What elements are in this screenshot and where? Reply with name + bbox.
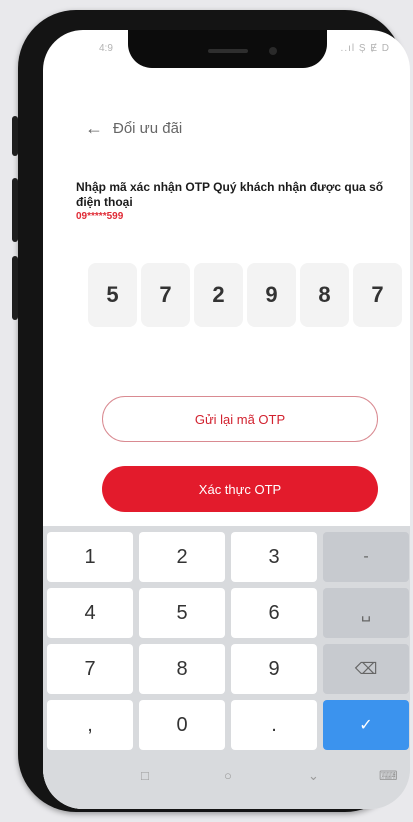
key-5[interactable]: 5: [139, 588, 225, 638]
home-icon[interactable]: ○: [224, 768, 232, 783]
otp-digit-4[interactable]: 9: [247, 263, 296, 327]
otp-digit-2[interactable]: 7: [141, 263, 190, 327]
side-button-mute: [12, 116, 18, 156]
side-button-volume-down: [12, 256, 18, 320]
key-comma[interactable]: ,: [47, 700, 133, 750]
otp-digit-6[interactable]: 7: [353, 263, 402, 327]
key-3[interactable]: 3: [231, 532, 317, 582]
speaker-grill: [208, 49, 248, 53]
key-6[interactable]: 6: [231, 588, 317, 638]
otp-digit-1[interactable]: 5: [88, 263, 137, 327]
otp-digit-3[interactable]: 2: [194, 263, 243, 327]
key-4[interactable]: 4: [47, 588, 133, 638]
otp-instruction: Nhập mã xác nhận OTP Quý khách nhận được…: [76, 180, 384, 209]
back-chevron-icon[interactable]: ⌄: [308, 768, 319, 784]
recent-apps-icon[interactable]: □: [141, 768, 149, 783]
phone-screen: 4:9 ..ıl Ș Ɇ D ← Đổi ưu đãi Nhập mã xác …: [43, 30, 410, 809]
key-period[interactable]: .: [231, 700, 317, 750]
masked-phone-number: 09*****599: [76, 211, 124, 222]
key-8[interactable]: 8: [139, 644, 225, 694]
key-space[interactable]: ␣: [323, 588, 409, 638]
notch: [128, 30, 327, 68]
verify-otp-button[interactable]: Xác thực OTP: [102, 466, 378, 512]
key-9[interactable]: 9: [231, 644, 317, 694]
page-title: Đổi ưu đãi: [113, 120, 183, 137]
otp-digit-5[interactable]: 8: [300, 263, 349, 327]
keyboard-hide-icon[interactable]: ⌨: [379, 768, 398, 784]
key-2[interactable]: 2: [139, 532, 225, 582]
front-camera: [269, 47, 277, 55]
back-arrow-icon[interactable]: ←: [85, 118, 107, 139]
resend-otp-button[interactable]: Gửi lại mã OTP: [102, 396, 378, 442]
key-7[interactable]: 7: [47, 644, 133, 694]
backspace-icon[interactable]: ⌫: [323, 644, 409, 694]
system-nav-bar: □ ○ ⌄ ⌨: [43, 752, 410, 809]
done-check-icon[interactable]: ✓: [323, 700, 409, 750]
app-header: ← Đổi ưu đãi: [85, 118, 182, 139]
key-1[interactable]: 1: [47, 532, 133, 582]
status-indicators: ..ıl Ș Ɇ D: [340, 43, 390, 54]
status-time: 4:9: [99, 43, 113, 54]
key-minus[interactable]: -: [323, 532, 409, 582]
otp-input-row: 5 7 2 9 8 7: [88, 263, 406, 327]
phone-frame: 4:9 ..ıl Ș Ɇ D ← Đổi ưu đãi Nhập mã xác …: [12, 10, 410, 812]
key-0[interactable]: 0: [139, 700, 225, 750]
side-button-volume-up: [12, 178, 18, 242]
